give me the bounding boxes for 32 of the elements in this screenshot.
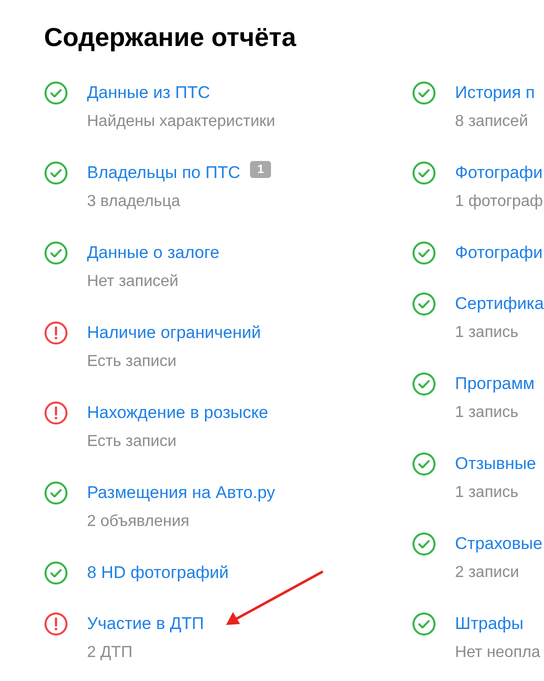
section-summary: Нет неопла (455, 643, 540, 663)
section-summary: 1 фотограф (455, 192, 543, 212)
report-section-link[interactable]: Сертифика (455, 294, 544, 314)
section-title: Содержание отчёта (44, 22, 298, 53)
report-section-link[interactable]: Данные из ПТС (87, 83, 210, 103)
section-summary: 2 записи (455, 563, 520, 583)
section-summary: Найдены характеристики (87, 112, 276, 132)
report-section-link[interactable]: Страховые (455, 534, 542, 554)
comment-count-badge: 1 (250, 160, 271, 178)
report-section-link[interactable]: Фотографи (455, 243, 543, 263)
section-summary: 8 записей (455, 112, 530, 132)
report-section-link[interactable]: Фотографи (455, 163, 543, 183)
report-section-link[interactable]: 8 HD фотографий (87, 563, 229, 583)
section-summary: Есть записи (87, 352, 178, 372)
section-summary: 3 владельца (87, 192, 182, 212)
section-summary: 2 ДТП (87, 643, 134, 663)
report-section-link[interactable]: Нахождение в розыске (87, 403, 268, 423)
report-section-link[interactable]: Программ (455, 374, 535, 394)
report-section-link[interactable]: Отзывные (455, 454, 536, 474)
section-summary: Нет записей (87, 272, 180, 292)
section-summary: Есть записи (87, 432, 178, 452)
report-section-link[interactable]: Штрафы (455, 614, 524, 634)
section-summary: 1 запись (455, 483, 520, 503)
report-section-link[interactable]: Данные о залоге (87, 243, 220, 263)
section-summary: 2 объявления (87, 512, 190, 532)
report-section-link[interactable]: Наличие ограничений (87, 323, 261, 343)
report-section-link[interactable]: Размещения на Авто.ру (87, 483, 276, 503)
report-section-link[interactable]: Участие в ДТП (87, 614, 204, 634)
report-section-link[interactable]: История п (455, 83, 535, 103)
section-summary: 1 запись (455, 323, 520, 343)
report-section-link[interactable]: Владельцы по ПТС (87, 163, 240, 183)
section-summary: 1 запись (455, 403, 520, 423)
